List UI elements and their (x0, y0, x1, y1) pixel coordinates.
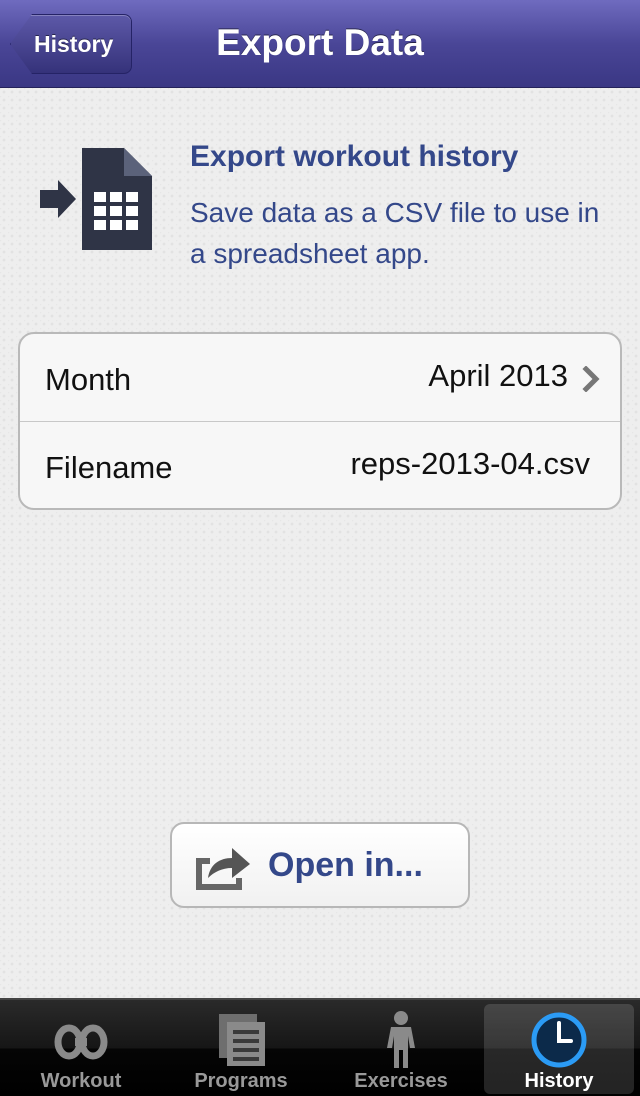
filename-value[interactable]: reps-2013-04.csv (350, 446, 590, 482)
month-label: Month (45, 362, 132, 397)
tab-exercises[interactable]: Exercises (326, 1004, 476, 1094)
exercises-icon (387, 1011, 415, 1068)
open-in-label: Open in... (268, 846, 423, 884)
info-subtitle: Save data as a CSV file to use in a spre… (190, 197, 600, 269)
month-row[interactable]: Month April 2013 (20, 334, 620, 422)
share-icon (196, 848, 250, 890)
month-value: April 2013 (428, 358, 568, 393)
history-clock-icon (531, 1012, 587, 1068)
filename-label: Filename (45, 450, 173, 485)
open-in-button[interactable]: Open in... (170, 822, 470, 908)
filename-row[interactable]: Filename reps-2013-04.csv (20, 422, 620, 508)
navigation-bar: History Export Data (0, 0, 640, 88)
tab-exercises-label: Exercises (354, 1070, 448, 1092)
tab-workout[interactable]: Workout (6, 1004, 156, 1094)
workout-icon (54, 1024, 108, 1060)
chevron-right-icon (582, 366, 600, 392)
tab-history-label: History (524, 1070, 594, 1092)
tab-history[interactable]: History (484, 1004, 634, 1094)
tab-bar: Workout Programs Exercises History (0, 998, 640, 1096)
page-title: Export Data (216, 22, 424, 63)
info-title: Export workout history (190, 140, 519, 173)
programs-icon (219, 1014, 265, 1066)
export-spreadsheet-icon (40, 148, 152, 250)
tab-programs[interactable]: Programs (166, 1004, 316, 1094)
tab-programs-label: Programs (194, 1070, 288, 1092)
export-settings-table: Month April 2013 Filename reps-2013-04.c… (18, 332, 622, 510)
tab-workout-label: Workout (40, 1070, 122, 1092)
